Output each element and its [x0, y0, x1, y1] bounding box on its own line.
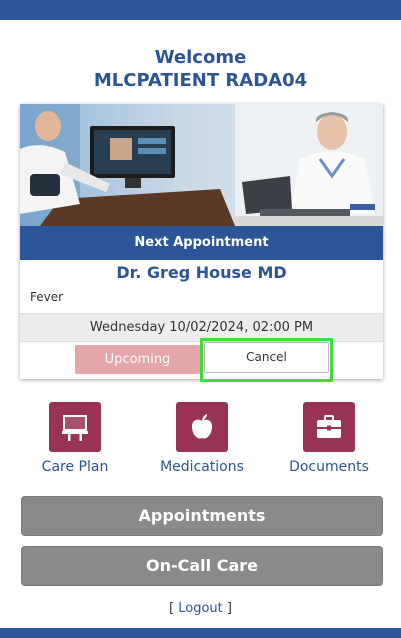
documents-link[interactable]: Documents — [269, 402, 389, 475]
top-bar — [0, 0, 401, 20]
whiteboard-icon — [62, 415, 88, 441]
doctor-name: Dr. Greg House MD — [116, 263, 287, 282]
appointments-button[interactable]: Appointments — [21, 496, 383, 536]
medications-link[interactable]: Medications — [142, 402, 262, 475]
logout-link[interactable]: Logout — [178, 601, 223, 616]
welcome-header: Welcome MLCPATIENT RADA04 — [0, 46, 401, 92]
logout-row: [ Logout ] — [0, 601, 401, 616]
apple-icon — [191, 414, 213, 439]
logout-bracket-close: ] — [222, 601, 232, 616]
on-call-care-button[interactable]: On-Call Care — [21, 546, 383, 586]
care-plan-tile[interactable] — [49, 402, 101, 452]
briefcase-icon — [317, 415, 341, 438]
care-plan-link[interactable]: Care Plan — [15, 402, 135, 475]
upcoming-status-button[interactable]: Upcoming — [75, 345, 200, 374]
medications-label[interactable]: Medications — [142, 459, 262, 475]
next-appointment-bar: Next Appointment — [20, 226, 383, 260]
care-plan-label[interactable]: Care Plan — [15, 459, 135, 475]
documents-label[interactable]: Documents — [269, 459, 389, 475]
medications-tile[interactable] — [176, 402, 228, 452]
cancel-button[interactable]: Cancel — [204, 342, 329, 373]
logout-bracket-open: [ — [169, 601, 179, 616]
telehealth-hero-image — [20, 104, 383, 226]
welcome-text: Welcome — [154, 47, 247, 68]
patient-name: MLCPATIENT RADA04 — [93, 70, 308, 91]
appointment-card: Next Appointment Dr. Greg House MD Fever… — [20, 104, 383, 382]
documents-tile[interactable] — [303, 402, 355, 452]
appointment-reason: Fever — [30, 290, 64, 304]
bottom-bar — [0, 628, 401, 638]
